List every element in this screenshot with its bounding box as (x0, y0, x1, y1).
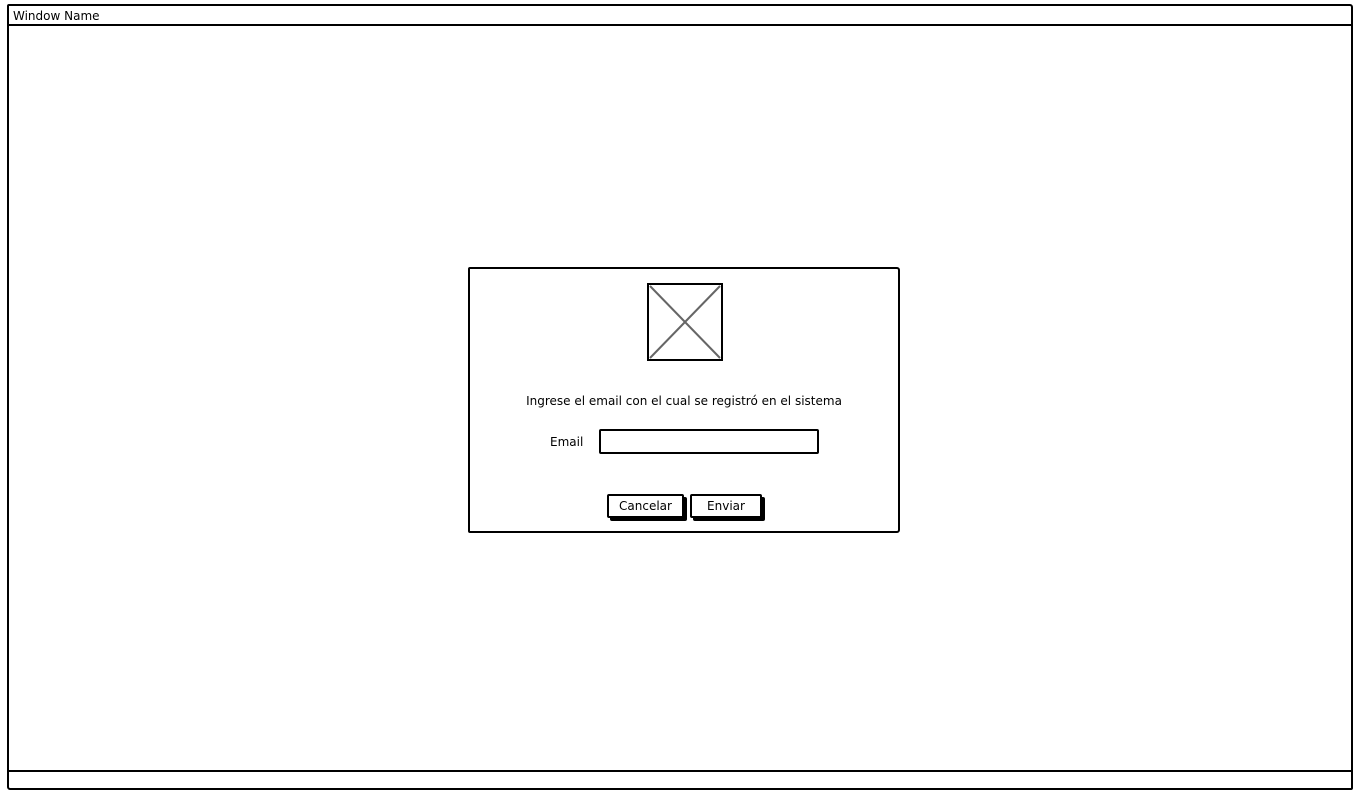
password-recovery-dialog: Ingrese el email con el cual se registró… (468, 267, 900, 533)
window-title: Window Name (13, 9, 100, 23)
app-window: Window Name Ingrese el email con el cual… (7, 4, 1353, 790)
window-statusbar (9, 770, 1351, 788)
email-input[interactable] (599, 429, 819, 454)
email-label: Email (550, 435, 584, 449)
window-titlebar: Window Name (9, 6, 1351, 26)
instruction-text: Ingrese el email con el cual se registró… (526, 394, 842, 408)
cancel-button[interactable]: Cancelar (607, 494, 684, 518)
send-button[interactable]: Enviar (690, 494, 762, 518)
image-placeholder-icon (647, 283, 723, 361)
